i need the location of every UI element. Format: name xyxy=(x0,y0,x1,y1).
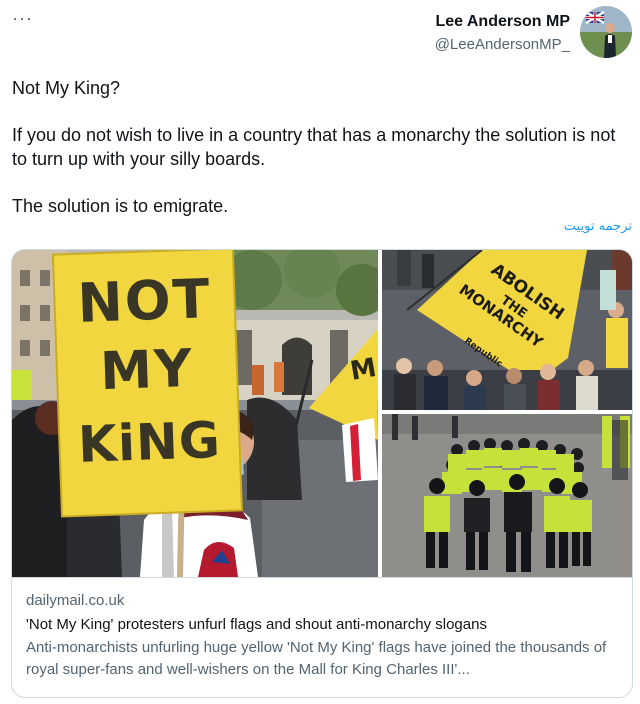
card-image-collage: NOT MY KiNG M ABOLISH THE MONARCHY Repub… xyxy=(12,250,632,577)
sign-text-line-1: NOT xyxy=(77,267,213,335)
display-name[interactable]: Lee Anderson MP xyxy=(435,13,570,31)
more-options-icon[interactable]: ··· xyxy=(12,8,33,29)
user-handle[interactable]: @LeeAndersonMP_ xyxy=(435,36,570,53)
tweet-line-3: The solution is to emigrate. xyxy=(12,196,229,216)
avatar-photo xyxy=(580,6,632,58)
police-officers-photo xyxy=(382,414,632,577)
side-flag-text: M xyxy=(348,353,379,387)
card-domain: dailymail.co.uk xyxy=(26,592,125,609)
card-meta: dailymail.co.uk 'Not My King' protesters… xyxy=(12,577,632,697)
sign-text-line-2: MY xyxy=(99,339,194,402)
tweet-line-1: Not My King? xyxy=(12,78,121,98)
protest-photo-left: NOT MY KiNG M xyxy=(12,250,388,577)
tweet-author[interactable]: Lee Anderson MP @LeeAndersonMP_ xyxy=(435,6,632,58)
avatar[interactable] xyxy=(580,6,632,58)
sign-text-line-3: KiNG xyxy=(77,411,222,474)
card-title: 'Not My King' protesters unfurl flags an… xyxy=(26,616,487,633)
link-preview-card[interactable]: NOT MY KiNG M ABOLISH THE MONARCHY Repub… xyxy=(11,249,633,698)
tweet-text: Not My King? If you do not wish to live … xyxy=(12,76,624,218)
tweet-line-2: If you do not wish to live in a country … xyxy=(12,125,616,169)
abolish-monarchy-flag-photo: ABOLISH THE MONARCHY Republic xyxy=(382,250,632,410)
card-description: Anti-monarchists unfurling huge yellow '… xyxy=(26,639,607,678)
translate-tweet-link[interactable]: ترجمه توییت xyxy=(564,219,632,234)
author-names: Lee Anderson MP @LeeAndersonMP_ xyxy=(435,6,570,53)
